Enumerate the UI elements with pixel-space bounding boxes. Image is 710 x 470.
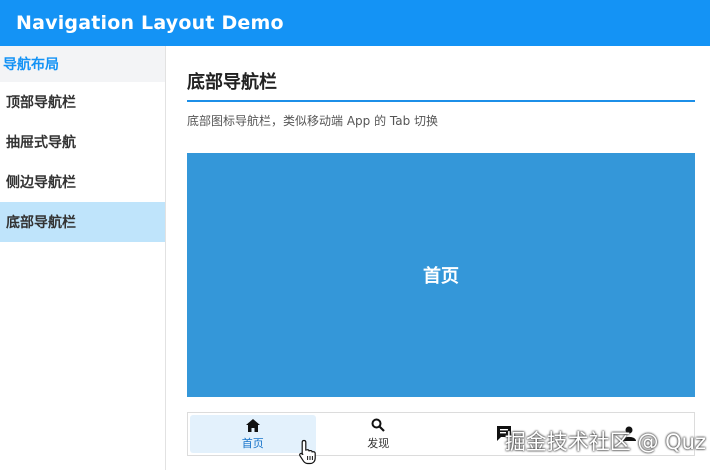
tab-discover[interactable]: 发现: [316, 415, 442, 453]
app-window: Navigation Layout Demo 导航布局 顶部导航栏 抽屉式导航 …: [0, 0, 710, 470]
panel-label: 首页: [423, 266, 459, 287]
search-icon: [371, 417, 386, 433]
app-title: Navigation Layout Demo: [16, 12, 284, 34]
sidebar-item-drawer-nav[interactable]: 抽屉式导航: [0, 122, 165, 162]
sidebar: 导航布局 顶部导航栏 抽屉式导航 侧边导航栏 底部导航栏: [0, 46, 166, 470]
sidebar-item-side-nav[interactable]: 侧边导航栏: [0, 162, 165, 202]
tab-content-panel: 首页: [187, 153, 695, 397]
title-divider: [187, 100, 695, 102]
main-content: 底部导航栏 底部图标导航栏，类似移动端 App 的 Tab 切换 首页 首页 发…: [187, 46, 695, 470]
page-description: 底部图标导航栏，类似移动端 App 的 Tab 切换: [187, 114, 439, 128]
sidebar-item-bottom-nav[interactable]: 底部导航栏: [0, 202, 165, 242]
watermark: 掘金技术社区 @ Quz: [504, 430, 706, 454]
sidebar-item-label: 侧边导航栏: [6, 175, 76, 191]
home-icon: [245, 417, 260, 433]
sidebar-header: 导航布局: [0, 46, 165, 82]
sidebar-item-top-nav[interactable]: 顶部导航栏: [0, 82, 165, 122]
sidebar-item-label: 抽屉式导航: [6, 135, 76, 151]
page-title: 底部导航栏: [187, 72, 277, 93]
sidebar-item-label: 顶部导航栏: [6, 95, 76, 111]
sidebar-item-label: 底部导航栏: [6, 215, 76, 231]
tab-home[interactable]: 首页: [190, 415, 316, 453]
app-bar: Navigation Layout Demo: [0, 0, 710, 46]
tab-label: 发现: [367, 437, 390, 450]
hand-cursor-icon: [298, 439, 318, 469]
tab-label: 首页: [241, 437, 264, 450]
